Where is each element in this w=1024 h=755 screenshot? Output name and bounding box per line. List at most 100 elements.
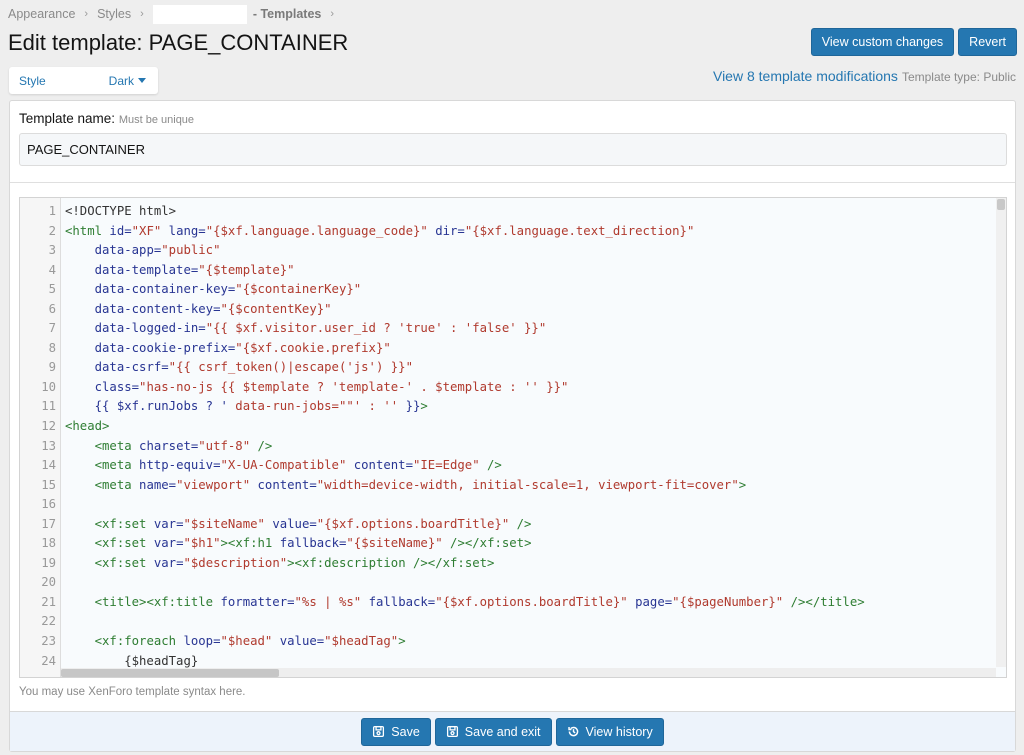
line-number: 9 (48, 360, 56, 375)
vertical-scrollbar[interactable] (996, 198, 1006, 667)
code-text: data-app="public" (94, 243, 221, 258)
code-line: 10 class="has-no-js {{ $template ? 'temp… (20, 378, 1006, 398)
code-text: class="has-no-js {{ $template ? 'templat… (94, 379, 569, 394)
template-name-input[interactable] (19, 133, 1007, 166)
line-number: 16 (41, 497, 56, 512)
code-text: <meta http-equiv="X-UA-Compatible" conte… (94, 458, 502, 473)
line-number: 19 (41, 555, 56, 570)
line-number: 1 (48, 204, 56, 218)
breadcrumb-templates[interactable]: - Templates (253, 7, 322, 21)
line-number: 15 (41, 477, 56, 492)
code-line: 14 <meta http-equiv="X-UA-Compatible" co… (20, 456, 1006, 476)
line-number: 6 (48, 301, 56, 316)
save-icon (373, 725, 385, 738)
template-name-hint: Must be unique (118, 114, 195, 126)
code-text: data-logged-in="{{ $xf.visitor.user_id ?… (94, 321, 547, 336)
code-line: 3 data-app="public" (20, 241, 1006, 261)
breadcrumb-style-name-redacted[interactable] (152, 4, 247, 24)
edit-template-form: Template name: Must be unique 1 <!DOCTYPE… (9, 100, 1016, 752)
code-text: <xf:set var="$h1"><xf:h1 fallback="{$sit… (94, 536, 532, 551)
code-text: data-template="{$template}" (94, 262, 295, 277)
line-number: 7 (48, 321, 56, 336)
line-number: 14 (41, 458, 56, 473)
save-and-exit-button[interactable]: Save and exit (434, 717, 552, 746)
code-line: 15 <meta name="viewport" content="width=… (20, 476, 1006, 496)
revert-button[interactable]: Revert (958, 28, 1017, 56)
code-line: 8 data-cookie-prefix="{$xf.cookie.prefix… (20, 339, 1006, 359)
vertical-scrollbar-thumb[interactable] (997, 199, 1005, 210)
line-number: 10 (41, 379, 56, 394)
code-text: data-container-key="{$containerKey}" (94, 282, 362, 297)
view-custom-changes-button[interactable]: View custom changes (810, 28, 955, 56)
code-line: 21 <title><xf:title formatter="%s | %s" … (20, 593, 1006, 613)
chevron-right-icon: › (84, 8, 89, 20)
code-line: 17 <xf:set var="$siteName" value="{$xf.o… (20, 515, 1006, 535)
code-line: 2 <html id="XF" lang="{$xf.language.langu… (20, 222, 1006, 242)
line-number: 4 (48, 262, 56, 277)
save-button[interactable]: Save (361, 717, 431, 746)
code-text: <html id="XF" lang="{$xf.language.langua… (65, 223, 695, 238)
code-line: 13 <meta charset="utf-8" /> (20, 437, 1006, 457)
line-number: 23 (41, 634, 56, 649)
template-meta: View 8 template modifications Template t… (713, 68, 1016, 84)
style-chooser-label: Style (19, 73, 46, 88)
code-editor[interactable]: 1 <!DOCTYPE html> 2 <html id="XF" lang="{$x… (19, 197, 1007, 678)
horizontal-scrollbar-thumb[interactable] (61, 669, 279, 677)
editor-hint: You may use XenForo template syntax here… (19, 686, 246, 698)
caret-down-icon (138, 78, 146, 83)
code-lines: 1 <!DOCTYPE html> 2 <html id="XF" lang="{$x… (20, 202, 1006, 671)
line-number: 8 (48, 340, 56, 355)
line-number: 12 (41, 419, 56, 434)
save-icon (446, 725, 458, 738)
code-line: 20 (20, 573, 1006, 593)
code-text: data-content-key="{$contentKey}" (94, 301, 332, 316)
line-number: 5 (48, 282, 56, 297)
code-text: <meta name="viewport" content="width=dev… (94, 477, 747, 492)
line-number: 22 (41, 614, 56, 629)
code-text: data-cookie-prefix="{$xf.cookie.prefix}" (94, 340, 391, 355)
horizontal-scrollbar[interactable] (61, 668, 996, 677)
code-text: <title><xf:title formatter="%s | %s" fal… (94, 594, 865, 609)
breadcrumb: Appearance › Styles › - Templates › (8, 4, 343, 24)
line-number: 13 (41, 438, 56, 453)
template-name-label: Template name: Must be unique (19, 111, 1006, 126)
code-line: 7 data-logged-in="{{ $xf.visitor.user_id… (20, 319, 1006, 339)
style-chooser-value: Dark (108, 73, 134, 88)
breadcrumb-appearance[interactable]: Appearance (8, 7, 75, 21)
breadcrumb-styles[interactable]: Styles (97, 7, 131, 21)
code-text: data-csrf="{{ csrf_token()|escape('js') … (94, 360, 413, 375)
style-chooser[interactable]: Style Dark (9, 67, 158, 94)
page-title: Edit template: PAGE_CONTAINER (8, 30, 349, 55)
line-number: 3 (48, 243, 56, 258)
code-text: <!DOCTYPE html> (65, 204, 177, 218)
form-footer: Save Save and exit View history (10, 711, 1015, 751)
chevron-right-icon: › (140, 8, 144, 20)
code-line: 1 <!DOCTYPE html> (20, 202, 1006, 222)
top-actions: View custom changes Revert (810, 28, 1017, 56)
save-label: Save (391, 724, 420, 739)
code-line: 22 (20, 612, 1006, 632)
code-line: 23 <xf:foreach loop="$head" value="$head… (20, 632, 1006, 652)
code-line: 12 <head> (20, 417, 1006, 437)
code-line: 18 <xf:set var="$h1"><xf:h1 fallback="{$… (20, 534, 1006, 554)
line-number: 11 (41, 399, 56, 414)
code-text: <head> (65, 419, 110, 434)
history-icon (567, 726, 578, 737)
view-modifications-link[interactable]: View 8 template modifications (713, 68, 898, 84)
code-line: 11 {{ $xf.runJobs ? ' data-run-jobs=""' … (20, 397, 1006, 417)
code-line: 5 data-container-key="{$containerKey}" (20, 280, 1006, 300)
template-name-label-text: Template name: (19, 111, 116, 126)
chevron-right-icon: › (330, 8, 335, 20)
line-number: 17 (41, 516, 56, 531)
code-line: 6 data-content-key="{$contentKey}" (20, 300, 1006, 320)
code-line: 16 (20, 495, 1006, 515)
code-line: 19 <xf:set var="$description"><xf:descri… (20, 554, 1006, 574)
view-history-label: View history (585, 724, 653, 739)
line-number: 24 (41, 653, 56, 668)
view-history-button[interactable]: View history (555, 717, 664, 746)
code-text: <meta charset="utf-8" /> (94, 438, 273, 453)
line-number: 2 (48, 223, 56, 238)
